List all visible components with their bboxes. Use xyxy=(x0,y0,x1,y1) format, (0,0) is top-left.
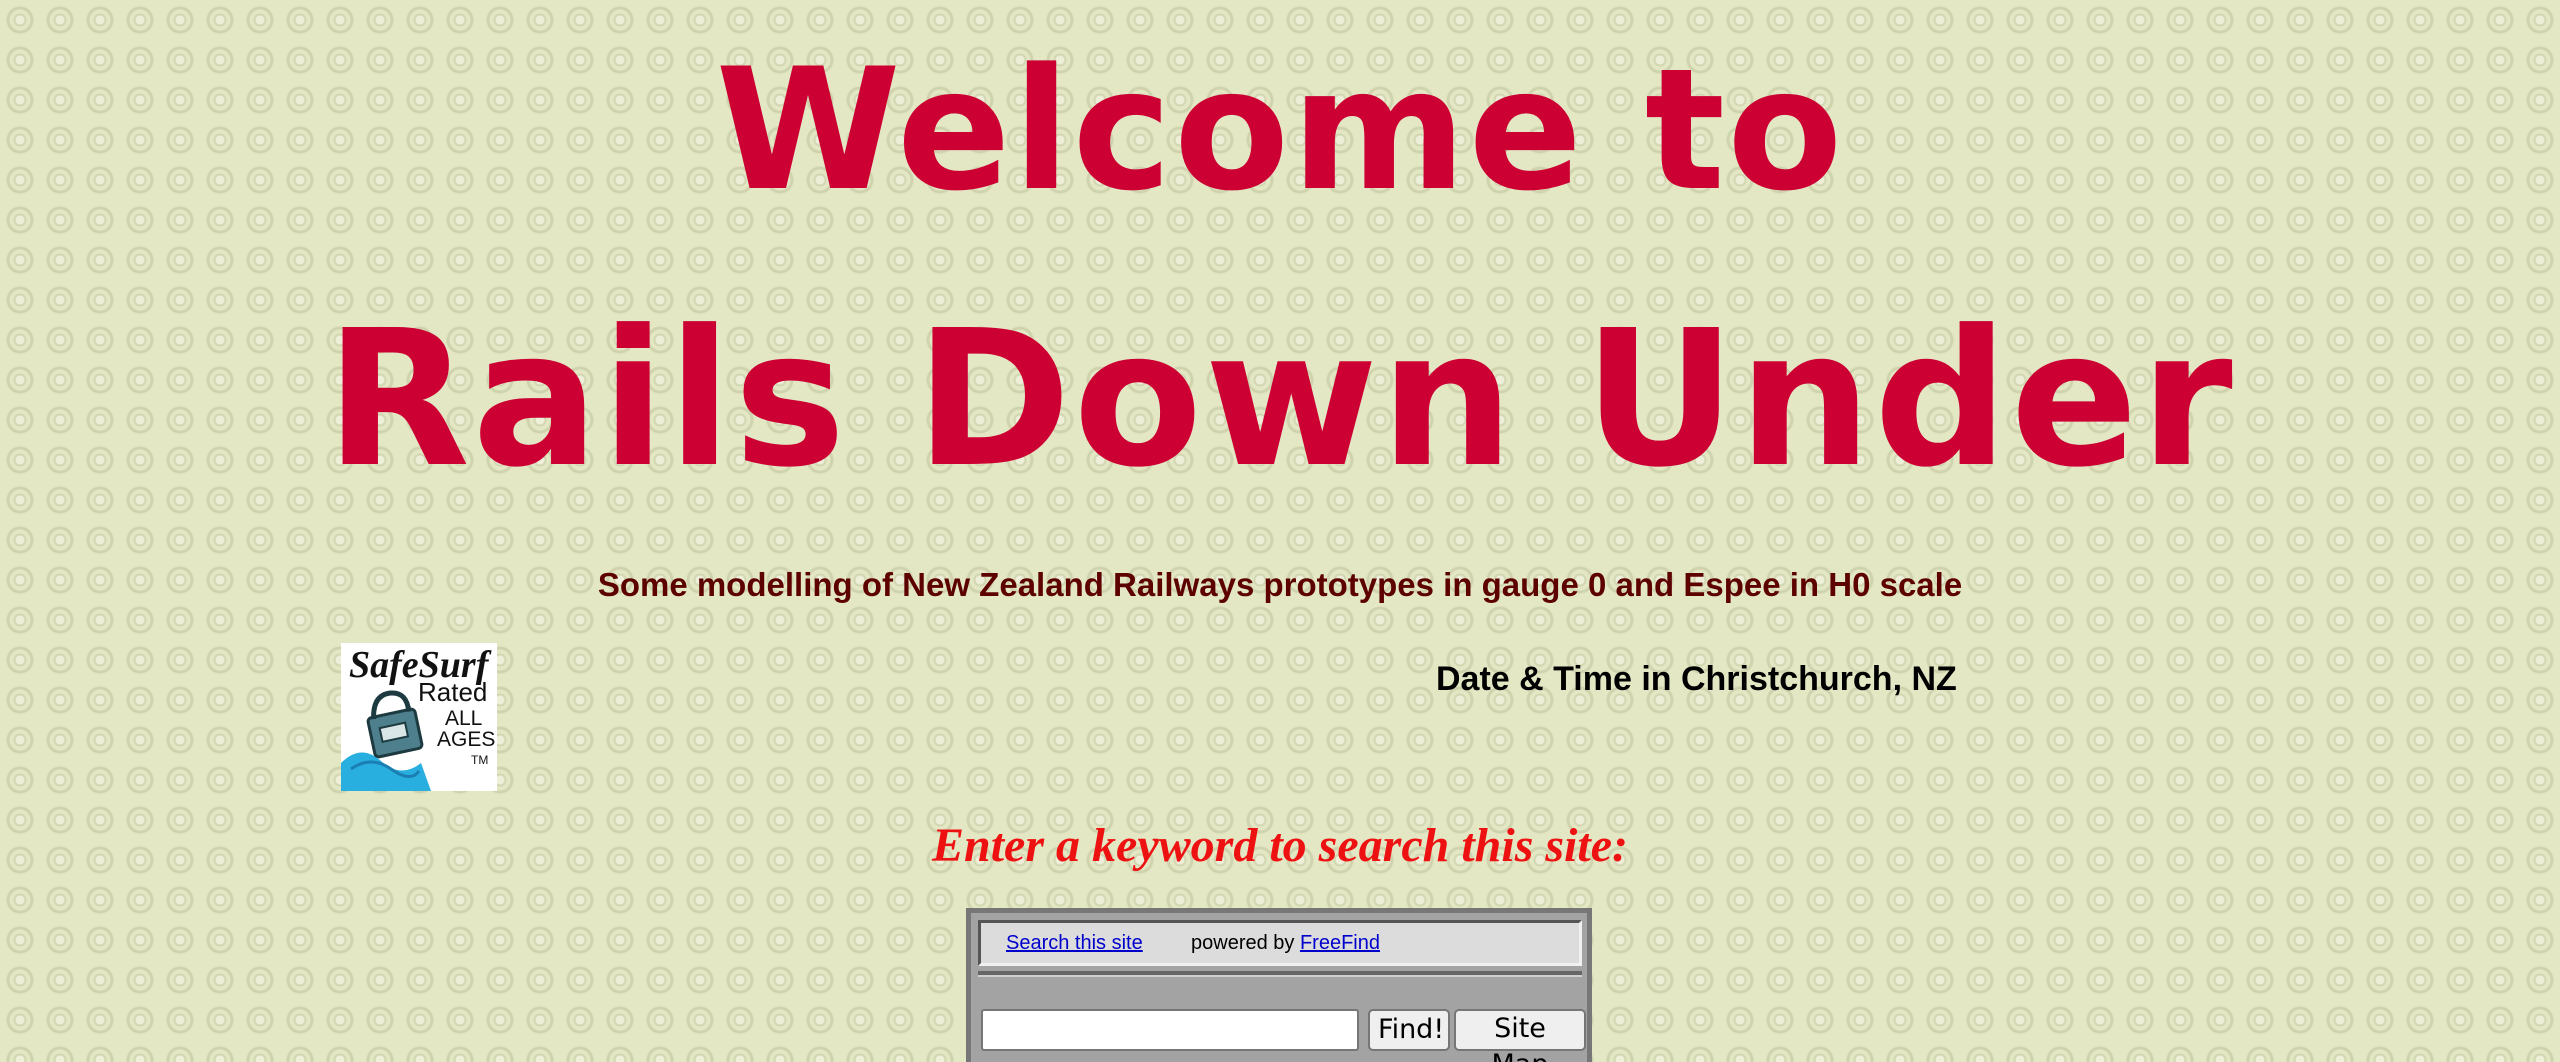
powered-by-label: powered by xyxy=(1191,932,1295,954)
badge-tm: TM xyxy=(471,753,488,767)
powered-by-text: powered by FreeFind xyxy=(1191,923,1380,963)
datetime-label: Date & Time in Christchurch, NZ xyxy=(1436,660,1957,698)
search-input[interactable] xyxy=(981,1009,1359,1051)
site-map-button[interactable]: Site Map xyxy=(1454,1009,1586,1062)
safesurf-logo-icon: SafeSurf Rated ALL AGES TM xyxy=(341,643,497,791)
search-header-bar: Search this site powered by FreeFind xyxy=(978,920,1582,966)
search-heading: Enter a keyword to search this site: xyxy=(931,819,1629,872)
badge-rated: Rated xyxy=(418,677,487,707)
title-welcome: Welcome to xyxy=(715,32,1845,228)
site-search-panel: Search this site powered by FreeFind Fin… xyxy=(966,908,1592,1062)
title-site-name: Rails Down Under xyxy=(325,290,2235,509)
badge-ages: AGES xyxy=(437,728,495,751)
page-tagline: Some modelling of New Zealand Railways p… xyxy=(597,566,1963,603)
freefind-link[interactable]: FreeFind xyxy=(1300,932,1380,954)
search-divider xyxy=(978,971,1582,977)
safesurf-badge[interactable]: SafeSurf Rated ALL AGES TM xyxy=(341,643,497,791)
search-this-site-link[interactable]: Search this site xyxy=(1006,923,1143,963)
badge-all: ALL xyxy=(445,707,482,730)
find-button[interactable]: Find! xyxy=(1368,1009,1450,1051)
